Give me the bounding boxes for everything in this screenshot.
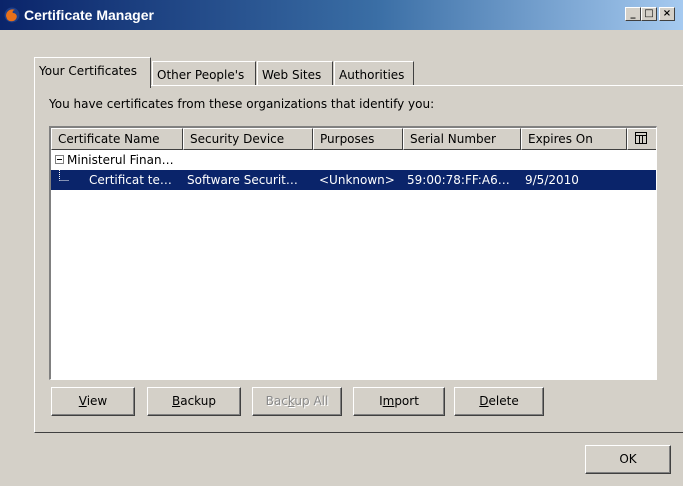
delete-button[interactable]: Delete: [454, 387, 544, 416]
mnemonic: V: [78, 394, 87, 408]
close-button[interactable]: ×: [659, 7, 675, 21]
mnemonic: m: [382, 394, 395, 408]
tab-panel: You have certificates from these organiz…: [34, 85, 683, 433]
column-certificate-name[interactable]: Certificate Name: [51, 128, 183, 150]
ok-button[interactable]: OK: [585, 445, 671, 474]
cell-purposes: <Unknown>: [319, 173, 395, 187]
button-label-rest: ackup: [180, 394, 216, 408]
table-row[interactable]: Certificat te… Software Securit… <Unknow…: [51, 170, 656, 190]
column-picker-icon[interactable]: [627, 128, 656, 150]
tab-authorities[interactable]: Authorities: [334, 61, 414, 86]
tab-your-certificates[interactable]: Your Certificates: [34, 57, 151, 88]
tab-label: Your Certificates: [39, 64, 138, 78]
column-serial-number[interactable]: Serial Number: [403, 128, 521, 150]
column-purposes[interactable]: Purposes: [313, 128, 403, 150]
backup-button[interactable]: Backup: [147, 387, 241, 416]
window-title: Certificate Manager: [24, 7, 154, 23]
title-bar: Certificate Manager _ □ ×: [0, 0, 683, 30]
button-label-rest: up All: [294, 394, 329, 408]
button-label-rest: iew: [86, 394, 108, 408]
import-button[interactable]: Import: [353, 387, 445, 416]
cell-security-device: Software Securit…: [187, 173, 298, 187]
view-button[interactable]: View: [51, 387, 135, 416]
mnemonic: B: [172, 394, 181, 408]
collapse-icon[interactable]: [55, 155, 64, 164]
tab-label: Web Sites: [262, 68, 322, 82]
certificate-tree[interactable]: Certificate Name Security Device Purpose…: [49, 126, 657, 380]
button-label-prefix: Bac: [265, 394, 288, 408]
firefox-icon: [4, 7, 20, 23]
button-label-rest: elete: [488, 394, 519, 408]
tree-line-icon: [59, 170, 69, 181]
group-label: Ministerul Finan…: [67, 153, 174, 167]
tab-other-peoples[interactable]: Other People's: [152, 61, 256, 86]
cell-expires-on: 9/5/2010: [525, 173, 579, 187]
tab-label: Other People's: [157, 68, 245, 82]
tab-web-sites[interactable]: Web Sites: [257, 61, 333, 86]
minimize-button[interactable]: _: [625, 7, 641, 21]
cell-certificate-name: Certificat te…: [89, 173, 172, 187]
column-picker-glyph: [635, 132, 647, 144]
tab-label: Authorities: [339, 68, 405, 82]
column-expires-on[interactable]: Expires On: [521, 128, 627, 150]
column-security-device[interactable]: Security Device: [183, 128, 313, 150]
button-label-rest: port: [394, 394, 419, 408]
mnemonic: D: [479, 394, 489, 408]
tree-group-row[interactable]: Ministerul Finan…: [51, 150, 656, 170]
intro-text: You have certificates from these organiz…: [49, 97, 435, 111]
column-header-row: Certificate Name Security Device Purpose…: [51, 128, 656, 150]
cell-serial-number: 59:00:78:FF:A6…: [407, 173, 510, 187]
backup-all-button: Backup All: [252, 387, 342, 416]
maximize-button[interactable]: □: [641, 7, 657, 21]
